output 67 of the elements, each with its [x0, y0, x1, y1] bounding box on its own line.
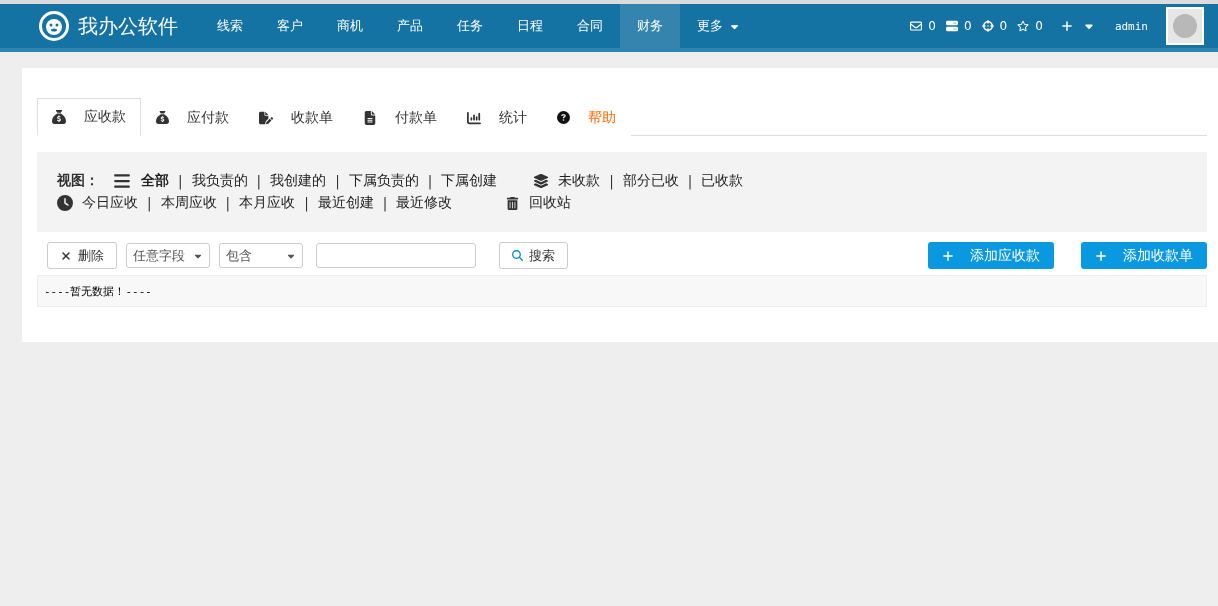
tab[interactable]: 应收款: [37, 98, 141, 136]
separator: |: [382, 195, 388, 211]
mail-icon: [910, 20, 923, 32]
view-filter-link[interactable]: 最近修改: [396, 194, 453, 212]
separator: |: [178, 173, 183, 189]
document-icon: [259, 110, 273, 125]
menu-icon: [113, 172, 131, 190]
view-filter-link[interactable]: 回收站: [529, 194, 572, 212]
trash-icon: [506, 196, 520, 210]
close-icon: [60, 249, 72, 262]
nav-item[interactable]: 财务: [620, 4, 680, 48]
add-icon: [942, 249, 954, 262]
condition-select[interactable]: 包含: [219, 243, 303, 268]
nav-item[interactable]: 客户: [260, 4, 320, 48]
crosshair-icon: [981, 20, 994, 32]
search-field[interactable]: [316, 243, 476, 268]
brand-name: 我办公软件: [78, 12, 178, 40]
list-icon: [945, 20, 958, 32]
search-button[interactable]: 搜索: [499, 242, 568, 269]
nav-item[interactable]: 商机: [320, 4, 380, 48]
separator: |: [147, 195, 152, 211]
nav-item[interactable]: 线索: [200, 4, 260, 48]
user-name[interactable]: admin: [1114, 19, 1148, 33]
nav-item[interactable]: 更多: [680, 4, 757, 48]
separator: |: [609, 173, 614, 189]
money-bag-icon: [156, 111, 169, 124]
separator: |: [304, 195, 309, 211]
nav-item[interactable]: 产品: [380, 4, 440, 48]
view-filter-link[interactable]: 下属负责的: [348, 172, 419, 190]
help-icon: [557, 111, 570, 124]
view-filter-link[interactable]: 下属创建: [441, 172, 498, 190]
star-icon: [1017, 20, 1030, 32]
view-filter-link[interactable]: 本月应收: [239, 194, 296, 212]
view-filter-link[interactable]: 未收款: [558, 172, 601, 190]
separator: |: [335, 173, 340, 189]
nav-item[interactable]: 合同: [560, 4, 620, 48]
nav-item[interactable]: 日程: [500, 4, 560, 48]
field-select[interactable]: 任意字段: [126, 243, 210, 268]
view-filter-link[interactable]: 本周应收: [160, 194, 217, 212]
view-filter-link[interactable]: 我创建的: [270, 172, 327, 190]
separator: |: [225, 195, 231, 211]
separator: |: [256, 173, 262, 189]
delete-button[interactable]: 删除: [47, 242, 117, 269]
money-bag-icon: [52, 110, 66, 124]
add-icon: [1095, 249, 1107, 262]
view-filter-link[interactable]: 部分已收: [622, 172, 679, 190]
view-filter-link[interactable]: 已收款: [701, 172, 744, 190]
counter: 0: [963, 19, 972, 33]
separator: |: [427, 173, 433, 189]
counter: 0: [928, 19, 936, 33]
view-filter-link[interactable]: 最近创建: [317, 194, 374, 212]
clock-icon: [57, 195, 73, 211]
view-filter-link[interactable]: 全部: [141, 172, 169, 190]
counter: 0: [999, 19, 1008, 33]
bar-chart-icon: [467, 110, 481, 125]
view-filter-link[interactable]: 我负责的: [191, 172, 248, 190]
view-filter-link[interactable]: 今日应收: [82, 194, 138, 212]
document-icon: [363, 110, 377, 125]
empty-message: ----暂无数据！----: [37, 275, 1207, 307]
views-label: 视图：: [57, 172, 99, 190]
search-icon: [512, 250, 523, 261]
avatar-icon: [1172, 13, 1198, 39]
layers-icon: [533, 173, 550, 189]
add-icon[interactable]: [1060, 20, 1073, 32]
nav-item[interactable]: 任务: [440, 4, 500, 48]
counter: 0: [1035, 19, 1043, 33]
separator: |: [687, 173, 693, 189]
